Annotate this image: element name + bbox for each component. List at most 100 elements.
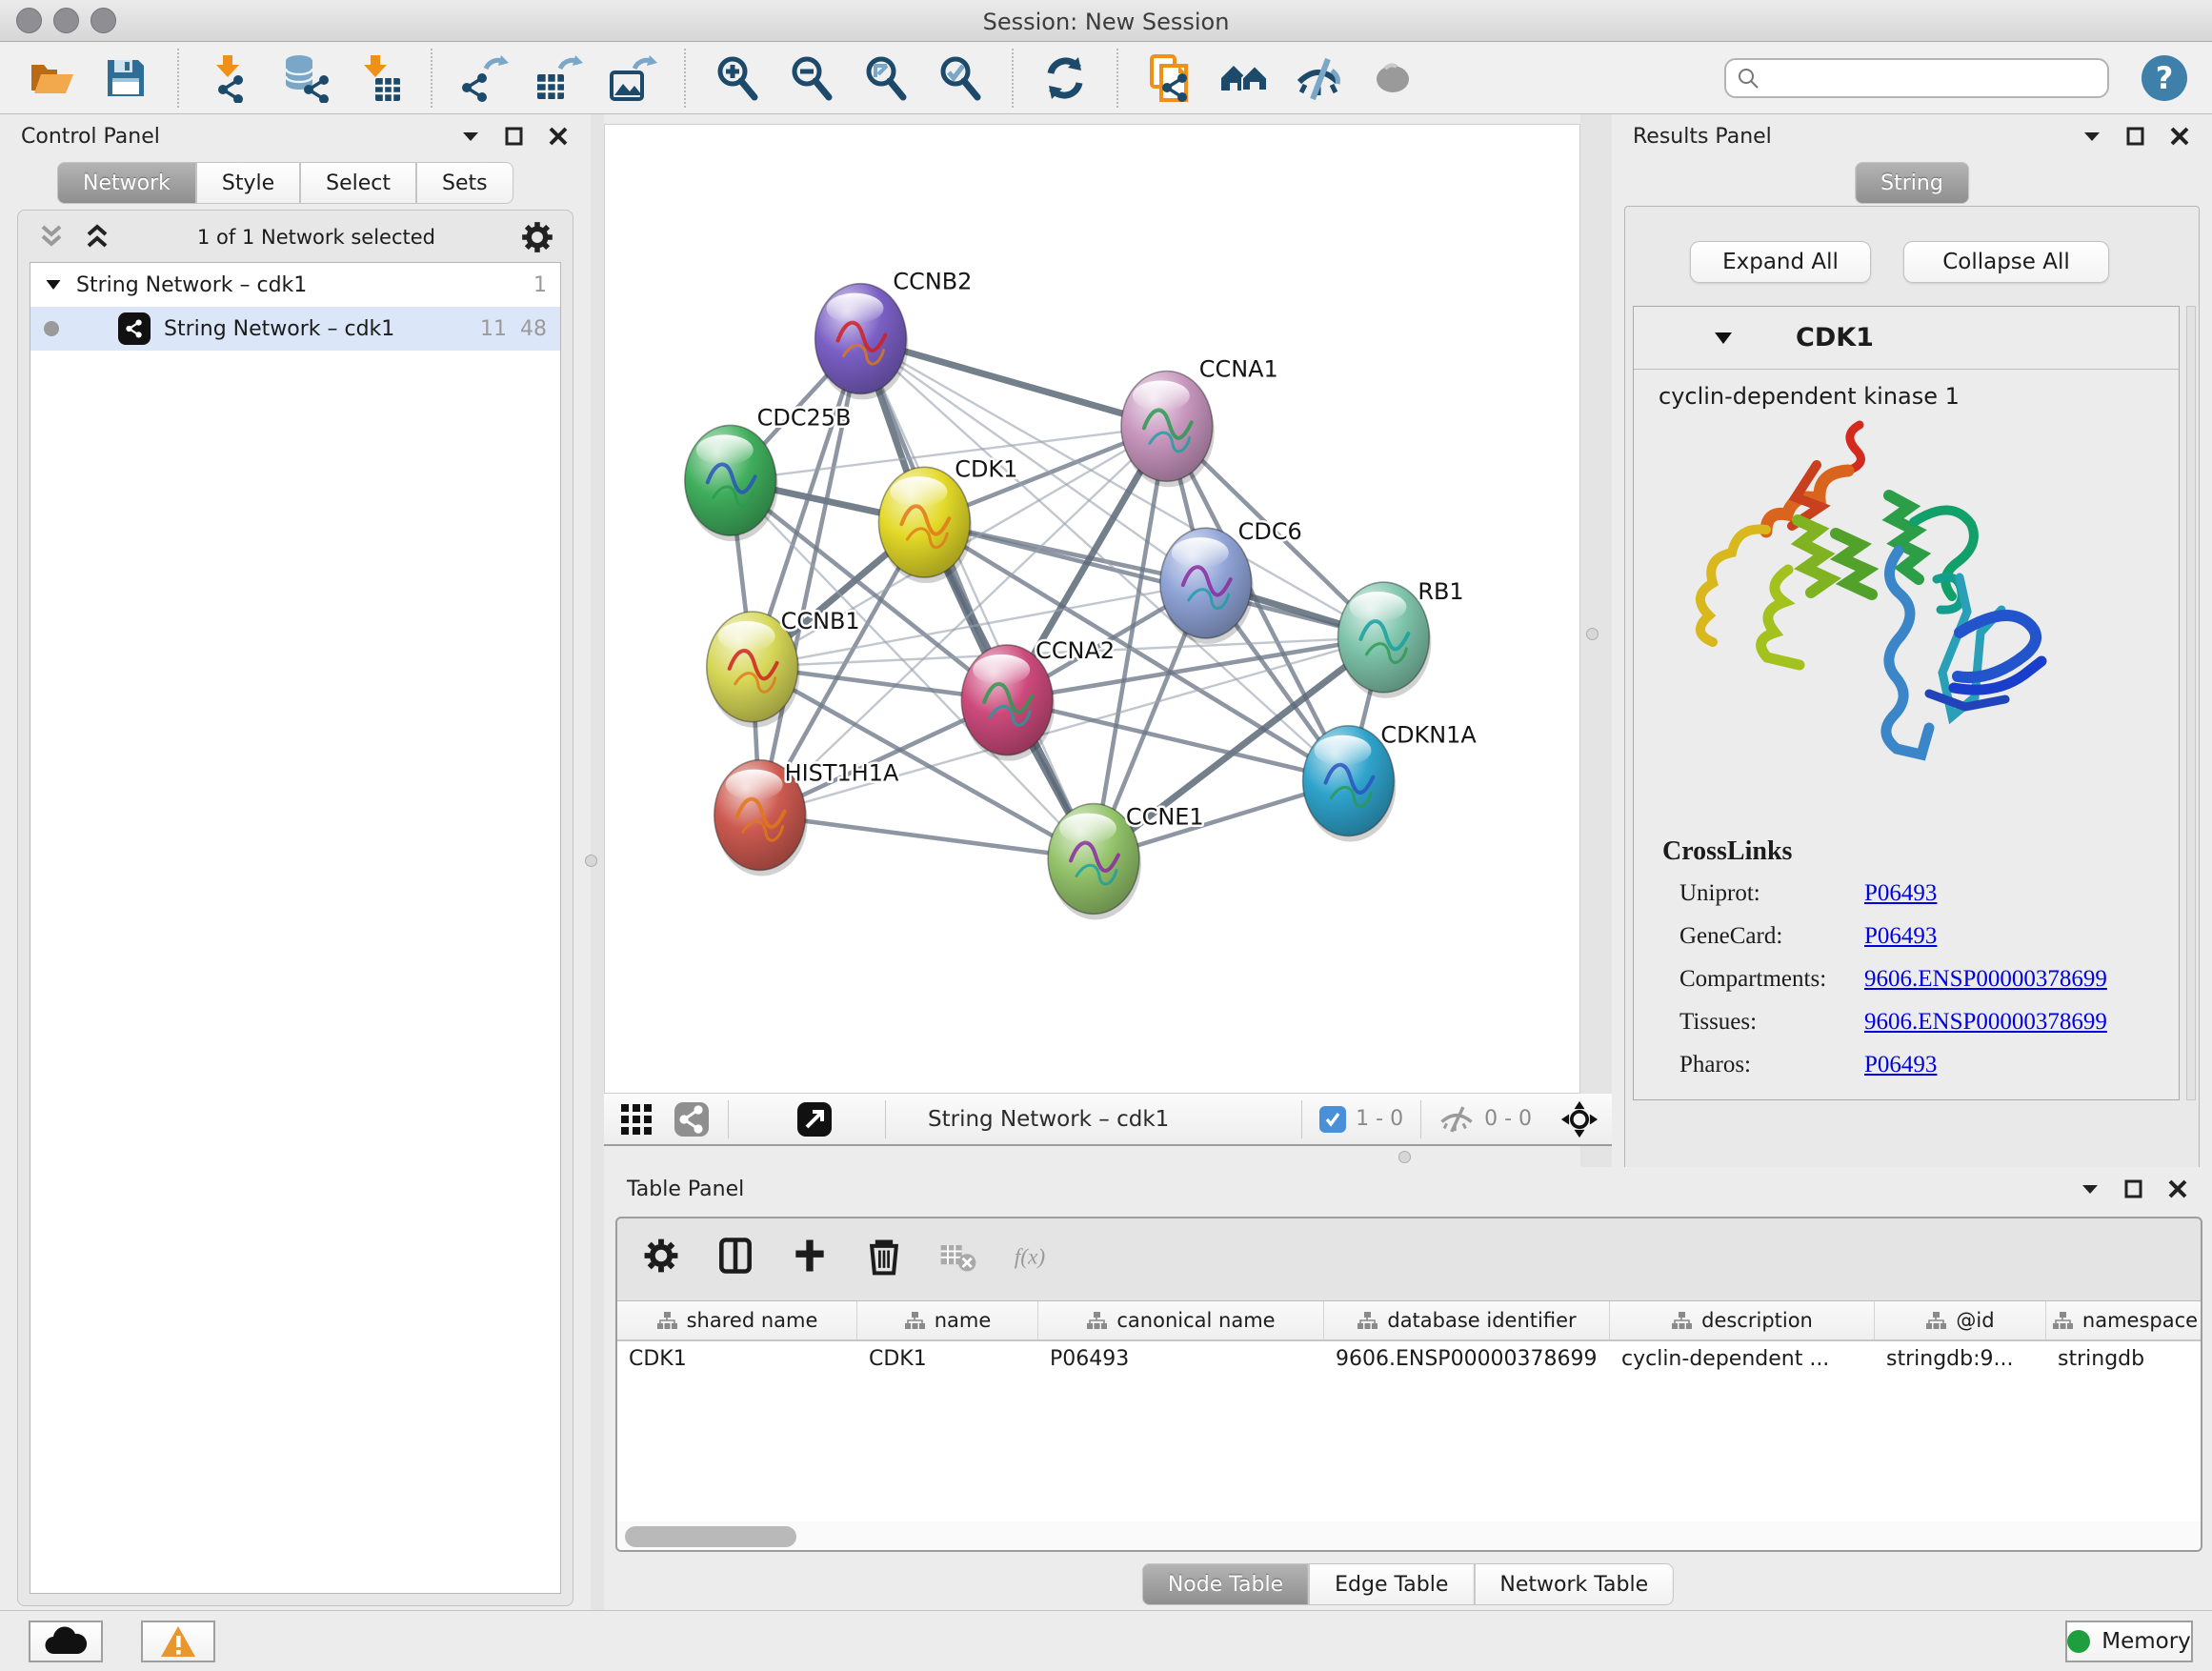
network-collection-row[interactable]: String Network – cdk1 1 [30,263,560,307]
left-splitter-handle[interactable] [585,855,597,867]
hide-show-icon[interactable] [1294,53,1343,103]
zoom-in-icon[interactable] [713,53,762,103]
search-input[interactable] [1760,66,2084,91]
crosslink-value-0[interactable]: P06493 [1864,880,1937,907]
network-row[interactable]: String Network – cdk1 11 48 [30,307,560,351]
collapse-all-button[interactable]: Collapse All [1903,241,2109,283]
import-table-icon[interactable] [354,53,404,103]
tab-sets[interactable]: Sets [416,162,513,204]
column-header-sharedname[interactable]: shared name [617,1301,857,1339]
settings-gear-icon[interactable] [640,1235,682,1277]
edge-HIST1H1A-CCNE1[interactable] [760,815,1094,859]
tab-network-table[interactable]: Network Table [1474,1563,1674,1605]
node-CDC6[interactable]: CDC6 [1160,518,1302,644]
export-table-icon[interactable] [533,53,583,103]
node-detail-header[interactable]: CDK1 [1634,307,2179,370]
tab-style[interactable]: Style [196,162,300,204]
node-CCNA2[interactable]: CCNA2 [961,637,1115,761]
search-box[interactable] [1724,58,2109,98]
import-database-icon[interactable] [280,53,330,103]
panel-collapse-icon[interactable] [2079,1178,2101,1200]
import-network-icon[interactable] [206,53,255,103]
export-network-icon[interactable] [459,53,509,103]
panel-collapse-icon[interactable] [459,125,482,148]
network-options-gear-icon[interactable] [519,219,555,255]
crosslink-value-4[interactable]: P06493 [1864,1052,1937,1078]
birds-eye-view-icon[interactable] [1560,1100,1599,1138]
network-canvas[interactable]: CCNB2CCNA1CDC25BCDK1CDC6RB1CCNB1CCNA2CDK… [604,124,1580,1094]
zoom-out-icon[interactable] [787,53,836,103]
hidden-count: 0 - 0 [1484,1107,1532,1131]
expand-all-networks-icon[interactable] [81,223,113,252]
panel-close-icon[interactable] [2168,125,2191,148]
node-CCNA1[interactable]: CCNA1 [1121,355,1278,487]
tab-network[interactable]: Network [57,162,196,204]
column-header-id[interactable]: @id [1875,1301,2046,1339]
results-tab-string[interactable]: String [1855,162,1969,204]
bottom-splitter-handle[interactable] [1398,1151,1411,1163]
panel-float-icon[interactable] [2122,1178,2145,1200]
node-CCNB1[interactable]: CCNB1 [707,608,860,728]
collection-expand-icon[interactable] [44,275,63,294]
home-icon[interactable] [1219,53,1269,103]
add-row-icon[interactable] [789,1235,831,1277]
collection-name: String Network – cdk1 [76,273,520,297]
hidden-eye-icon[interactable] [1438,1105,1475,1134]
panel-collapse-icon[interactable] [2081,125,2103,148]
refresh-icon[interactable] [1040,53,1090,103]
network-list: String Network – cdk1 1 String Network –… [30,262,561,1594]
crosslink-value-2[interactable]: 9606.ENSP00000378699 [1864,966,2107,993]
memory-label: Memory [2101,1629,2191,1654]
open-in-new-window-icon[interactable] [795,1100,834,1138]
node-CCNB2[interactable]: CCNB2 [815,269,973,400]
help-button[interactable]: ? [2142,55,2187,101]
results-panel: Results Panel String Expand All Collapse… [1612,114,2212,1167]
tab-select[interactable]: Select [300,162,416,204]
panel-close-icon[interactable] [2166,1178,2189,1200]
function-builder-icon: f(x) [1012,1235,1073,1277]
zoom-selected-icon[interactable] [935,53,985,103]
crosslink-value-1[interactable]: P06493 [1864,923,1937,950]
zoom-fit-icon[interactable] [861,53,911,103]
node-HIST1H1A[interactable]: HIST1H1A [714,760,899,876]
tab-node-table[interactable]: Node Table [1142,1563,1309,1605]
results-scrollbar[interactable] [2186,306,2196,1100]
show-columns-icon[interactable] [714,1235,756,1277]
column-header-canonicalname[interactable]: canonical name [1038,1301,1324,1339]
panel-float-icon[interactable] [2124,125,2147,148]
save-session-icon[interactable] [101,53,151,103]
preview-eye-icon[interactable] [1368,53,1418,103]
main-toolbar: ? [0,42,2212,114]
expand-all-button[interactable]: Expand All [1690,241,1871,283]
column-header-databaseidentifier[interactable]: database identifier [1324,1301,1610,1339]
panel-close-icon[interactable] [547,125,570,148]
tab-edge-table[interactable]: Edge Table [1309,1563,1474,1605]
node-label-CCNB1: CCNB1 [781,608,860,634]
memory-button[interactable]: Memory [2065,1621,2193,1662]
warnings-button[interactable] [141,1621,215,1662]
table-row[interactable]: CDK1CDK1P064939606.ENSP00000378699cyclin… [617,1341,2202,1381]
status-bar: Memory [0,1610,2212,1671]
node-RB1[interactable]: RB1 [1337,578,1463,698]
network-selection-summary: 1 of 1 Network selected [113,226,519,249]
cloud-services-button[interactable] [29,1621,103,1662]
crosslink-value-3[interactable]: 9606.ENSP00000378699 [1864,1009,2107,1036]
column-header-description[interactable]: description [1610,1301,1875,1339]
selected-checkbox[interactable] [1319,1106,1346,1133]
string-results-box: Expand All Collapse All CDK1 cyclin-depe… [1624,206,2200,1244]
collapse-all-networks-icon[interactable] [35,223,68,252]
open-session-icon[interactable] [27,53,76,103]
delete-row-icon[interactable] [863,1235,905,1277]
edge-CDK1-RB1[interactable] [924,522,1383,637]
panel-float-icon[interactable] [503,125,526,148]
network-from-selection-icon[interactable] [1145,53,1195,103]
table-hscrollbar-thumb[interactable] [625,1526,796,1547]
node-CDKN1A[interactable]: CDKN1A [1303,722,1478,842]
export-image-icon[interactable] [608,53,657,103]
entry-collapse-icon[interactable] [1712,327,1735,350]
grid-view-icon[interactable] [617,1100,655,1138]
column-header-name[interactable]: name [857,1301,1038,1339]
network-share-icon[interactable] [673,1100,711,1138]
column-header-namespace[interactable]: namespace [2046,1301,2202,1339]
node-CCNE1[interactable]: CCNE1 [1048,804,1204,920]
